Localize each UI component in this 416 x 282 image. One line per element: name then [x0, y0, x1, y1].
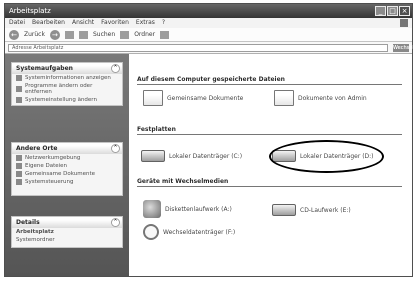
- file-item-label: Dokumente von Admin: [298, 94, 367, 102]
- place-link-label: Netzwerkumgebung: [25, 155, 81, 161]
- place-link[interactable]: Gemeinsame Dokumente: [12, 170, 122, 178]
- place-link-label: Gemeinsame Dokumente: [25, 171, 95, 177]
- group-header: Festplatten: [137, 126, 402, 135]
- maximize-button[interactable]: □: [387, 6, 398, 16]
- chevron-up-icon[interactable]: ^: [111, 64, 120, 73]
- panel-header[interactable]: Systemaufgaben ^: [12, 63, 122, 74]
- explorer-window: Arbeitsplatz _ □ × Datei Bearbeiten Ansi…: [4, 3, 416, 277]
- folder-icon: [274, 90, 294, 106]
- group-header: Auf diesem Computer gespeicherte Dateien: [137, 76, 402, 85]
- views-icon[interactable]: [160, 30, 170, 39]
- up-folder-icon[interactable]: [64, 30, 74, 39]
- task-link[interactable]: Systemeinstellung ändern: [12, 96, 122, 104]
- group-header: Geräte mit Wechselmedien: [137, 178, 402, 187]
- system-tasks-panel: Systemaufgaben ^ Systeminformationen anz…: [11, 62, 123, 106]
- drive-item-label: Diskettenlaufwerk (A:): [165, 205, 232, 213]
- folders-icon[interactable]: [120, 30, 130, 39]
- panel-title: Andere Orte: [16, 145, 58, 152]
- drive-item-label: Lokaler Datenträger (C:): [169, 152, 243, 160]
- task-link[interactable]: Systeminformationen anzeigen: [12, 74, 122, 82]
- file-view: Auf diesem Computer gespeicherte Dateien…: [129, 54, 412, 276]
- back-arrow-icon[interactable]: ←: [9, 29, 19, 40]
- removable-drive-icon: [143, 224, 159, 240]
- search-button-label[interactable]: Suchen: [93, 31, 115, 38]
- window-controls: _ □ ×: [375, 6, 410, 16]
- task-link-label: Systemeinstellung ändern: [25, 97, 97, 103]
- task-pane: Systemaufgaben ^ Systeminformationen anz…: [5, 54, 129, 276]
- close-button[interactable]: ×: [399, 6, 410, 16]
- control-panel-icon: [16, 179, 22, 185]
- menu-item-help[interactable]: ?: [162, 18, 165, 28]
- go-button[interactable]: Wechseln zu: [393, 44, 416, 59]
- minimize-button[interactable]: _: [375, 6, 386, 16]
- other-places-panel: Andere Orte ^ Netzwerkumgebung Eigene Da…: [11, 142, 123, 196]
- address-bar: Adresse Arbeitsplatz Wechseln zu: [5, 42, 416, 59]
- window-title: Arbeitsplatz: [9, 7, 51, 15]
- drive-item[interactable]: Lokaler Datenträger (D:): [272, 150, 374, 162]
- drive-item[interactable]: Lokaler Datenträger (C:): [141, 150, 242, 162]
- info-icon: [16, 75, 22, 81]
- search-icon[interactable]: [78, 30, 88, 39]
- folder-icon: [16, 163, 22, 169]
- address-field[interactable]: Adresse Arbeitsplatz: [8, 44, 388, 52]
- place-link[interactable]: Systemsteuerung: [12, 178, 122, 186]
- drive-item[interactable]: CD-Laufwerk (E:): [272, 204, 351, 216]
- drive-item-label: CD-Laufwerk (E:): [300, 206, 351, 214]
- detail-name: Arbeitsplatz: [16, 229, 54, 235]
- menu-item-view[interactable]: Ansicht: [72, 18, 94, 28]
- chevron-up-icon[interactable]: ^: [111, 218, 120, 227]
- back-button-label[interactable]: Zurück: [24, 31, 45, 38]
- floppy-drive-icon: [143, 200, 161, 218]
- title-bar[interactable]: Arbeitsplatz _ □ ×: [5, 4, 412, 18]
- folder-icon: [143, 90, 163, 106]
- address-label: Adresse: [12, 45, 32, 51]
- place-link-label: Eigene Dateien: [25, 163, 68, 169]
- panel-title: Systemaufgaben: [16, 65, 73, 72]
- drive-icon: [141, 150, 165, 162]
- toolbar: ← Zurück → Suchen Ordner: [5, 28, 412, 42]
- network-icon: [16, 155, 22, 161]
- folder-icon: [16, 171, 22, 177]
- task-link-label: Programme ändern oder entfernen: [25, 83, 93, 95]
- address-value: Arbeitsplatz: [33, 45, 64, 51]
- menu-item-file[interactable]: Datei: [9, 18, 25, 28]
- detail-text: Arbeitsplatz: [12, 228, 122, 236]
- place-link[interactable]: Netzwerkumgebung: [12, 154, 122, 162]
- drive-item-label: Wechseldatenträger (F:): [163, 228, 236, 236]
- place-link[interactable]: Eigene Dateien: [12, 162, 122, 170]
- drive-item[interactable]: Wechseldatenträger (F:): [143, 224, 235, 240]
- detail-text: Systemordner: [12, 236, 122, 244]
- drive-icon: [272, 150, 296, 162]
- detail-type: Systemordner: [16, 237, 55, 243]
- forward-arrow-icon[interactable]: →: [49, 29, 60, 40]
- folders-button-label[interactable]: Ordner: [134, 31, 155, 38]
- menu-item-edit[interactable]: Bearbeiten: [32, 18, 65, 28]
- menu-item-favorites[interactable]: Favoriten: [101, 18, 129, 28]
- place-link-label: Systemsteuerung: [25, 179, 74, 185]
- programs-icon: [16, 86, 22, 92]
- drive-item-label: Lokaler Datenträger (D:): [300, 152, 374, 160]
- panel-header[interactable]: Details ^: [12, 217, 122, 228]
- task-link[interactable]: Programme ändern oder entfernen: [12, 82, 122, 96]
- chevron-up-icon[interactable]: ^: [111, 144, 120, 153]
- drive-item[interactable]: Diskettenlaufwerk (A:): [143, 200, 232, 218]
- menu-bar: Datei Bearbeiten Ansicht Favoriten Extra…: [5, 18, 412, 28]
- file-item[interactable]: Gemeinsame Dokumente: [143, 90, 243, 106]
- control-icon: [16, 97, 22, 103]
- task-link-label: Systeminformationen anzeigen: [25, 75, 111, 81]
- cd-drive-icon: [272, 204, 296, 216]
- windows-logo-icon: [400, 19, 408, 27]
- panel-title: Details: [16, 219, 40, 226]
- details-panel: Details ^ Arbeitsplatz Systemordner: [11, 216, 123, 248]
- file-item[interactable]: Dokumente von Admin: [274, 90, 367, 106]
- panel-header[interactable]: Andere Orte ^: [12, 143, 122, 154]
- file-item-label: Gemeinsame Dokumente: [167, 94, 244, 102]
- menu-item-tools[interactable]: Extras: [136, 18, 155, 28]
